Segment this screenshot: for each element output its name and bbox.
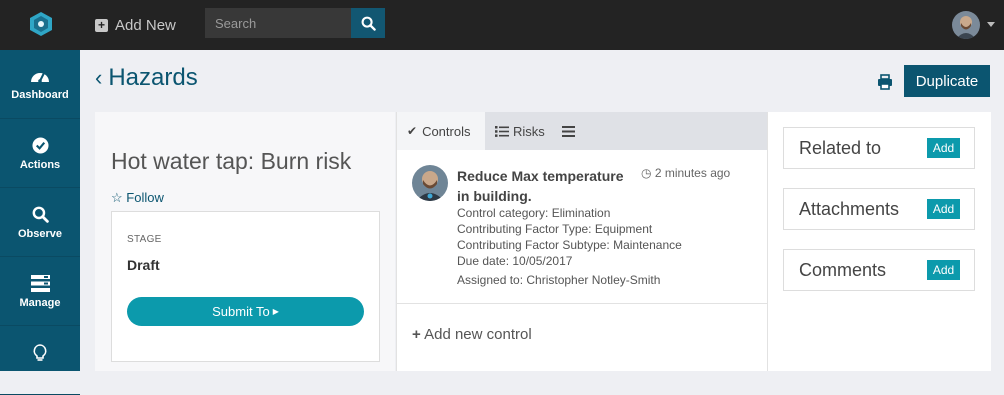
tab-controls[interactable]: ✔ Controls [397,112,485,150]
tab-menu[interactable] [550,112,590,150]
add-related-button[interactable]: Add [927,138,960,158]
search-icon [361,16,376,31]
chevron-left-icon: ‹ [95,65,103,90]
follow-label: Follow [126,190,164,205]
sidebar: Dashboard Actions Observe Manage [0,50,80,395]
due-date: Due date: 10/05/2017 [457,254,573,268]
clock-icon: ◷ [641,166,652,180]
contributing-factor-subtype: Contributing Factor Subtype: Maintenance [457,238,682,252]
sidebar-item-label: Dashboard [11,89,69,101]
hazard-title: Hot water tap: Burn risk [111,148,352,174]
hazard-summary-panel: Hot water tap: Burn risk ☆ Follow STAGE … [95,112,395,371]
sidebar-item-label: Manage [19,297,61,309]
stage-card: STAGE Draft Submit To ▶ [111,211,380,362]
add-comment-button[interactable]: Add [927,260,960,280]
control-timestamp: ◷ 2 minutes ago [641,166,730,180]
add-attachment-button[interactable]: Add [927,199,960,219]
sidebar-item-ideas[interactable] [0,326,80,395]
attachments-card: Attachments Add [783,188,975,230]
avatar-icon [952,11,980,39]
controls-panel: ✔ Controls Risks Reduce Max temperature … [396,112,768,371]
comments-card: Comments Add [783,249,975,291]
tab-bar: ✔ Controls Risks [397,112,768,150]
tab-label: Risks [513,123,545,139]
related-panel: Related to Add Attachments Add Comments … [767,112,991,371]
card-title: Comments [799,260,887,280]
dashboard-icon [31,72,49,83]
control-list-item[interactable]: Reduce Max temperature in building. ◷ 2 … [397,150,768,304]
main-content: ‹ Hazards Duplicate Hot water tap: Burn … [80,50,1004,371]
card-title: Attachments [799,199,900,219]
add-new-label: Add New [115,16,176,34]
user-avatar[interactable] [952,11,980,39]
assigned-to: Assigned to: Christopher Notley-Smith [457,273,661,287]
submit-to-button[interactable]: Submit To ▶ [127,297,364,326]
stage-value: Draft [127,257,160,273]
lightbulb-icon [33,344,47,361]
sidebar-item-label: Observe [17,228,63,240]
search-button[interactable] [351,8,385,38]
star-icon: ☆ [111,190,123,205]
page-title: Hazards [108,64,198,91]
sidebar-item-manage[interactable]: Manage [0,257,80,326]
control-author-avatar [412,165,448,201]
add-control-label: Add new control [424,326,532,343]
manage-icon [30,275,50,292]
follow-link[interactable]: ☆ Follow [111,190,164,206]
back-to-hazards-link[interactable]: ‹ Hazards [95,64,198,92]
app-logo-icon[interactable] [30,12,52,36]
control-title[interactable]: Reduce Max temperature in building. [457,166,627,206]
related-to-card: Related to Add [783,127,975,169]
print-icon[interactable] [877,74,893,90]
control-category: Control category: Elimination [457,206,611,220]
sidebar-item-actions[interactable]: Actions [0,119,80,188]
list-icon [495,125,509,137]
user-menu-caret-icon[interactable] [987,22,995,27]
check-icon: ✔ [407,124,418,138]
check-circle-icon [31,137,49,154]
add-new-button[interactable]: + Add New [95,14,176,36]
search-input[interactable] [205,8,351,38]
sidebar-item-label: Actions [19,159,61,171]
search-icon [32,206,49,223]
submit-label: Submit To [212,304,270,319]
stage-label: STAGE [127,234,162,245]
sidebar-item-dashboard[interactable]: Dashboard [0,50,80,119]
hamburger-menu-icon [562,125,575,137]
tab-risks[interactable]: Risks [485,112,550,150]
add-new-control-link[interactable]: + Add new control [412,326,532,343]
top-bar: + Add New [0,0,1004,50]
contributing-factor-type: Contributing Factor Type: Equipment [457,222,653,236]
card-title: Related to [799,138,882,158]
plus-icon: + [95,18,108,32]
tab-label: Controls [422,123,471,139]
duplicate-button[interactable]: Duplicate [904,65,990,97]
sidebar-item-observe[interactable]: Observe [0,188,80,257]
timestamp-text: 2 minutes ago [654,166,731,180]
plus-icon: + [412,326,421,343]
avatar-icon [412,165,448,201]
caret-right-icon: ▶ [272,307,279,316]
